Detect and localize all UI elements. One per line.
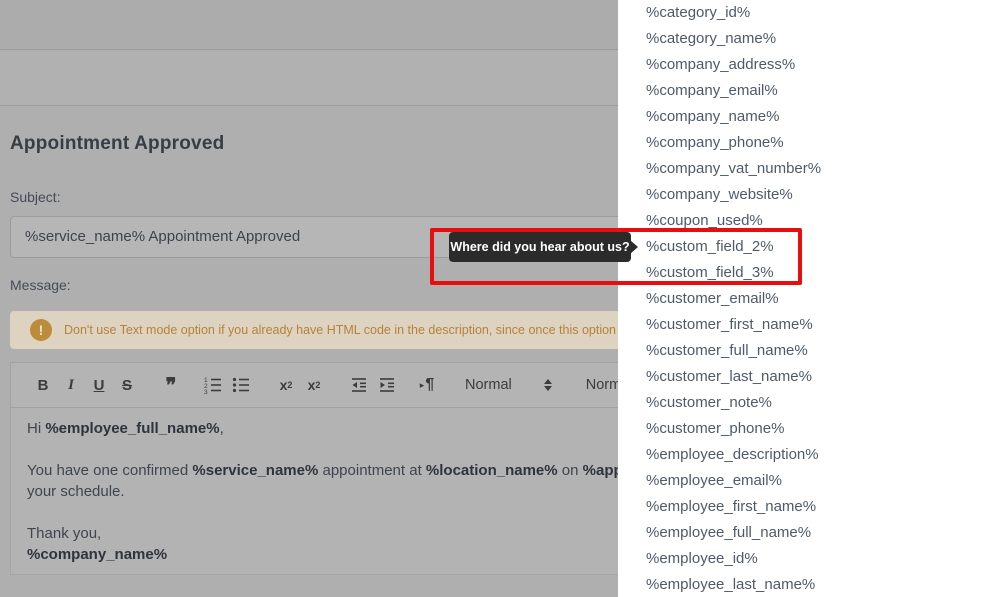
placeholder-item[interactable]: %company_phone%: [618, 130, 992, 156]
picker-updown-icon: [543, 379, 552, 391]
strikethrough-button[interactable]: S: [113, 371, 141, 399]
svg-text:3: 3: [204, 389, 208, 395]
placeholder-item[interactable]: %company_name%: [618, 104, 992, 130]
placeholder-item[interactable]: %company_vat_number%: [618, 156, 992, 182]
tooltip-arrow-icon: [630, 240, 638, 254]
superscript-button[interactable]: x2: [300, 371, 328, 399]
placeholder-item[interactable]: %coupon_used%: [618, 208, 992, 234]
exclamation-circle-icon: !: [30, 319, 52, 341]
message-label: Message:: [10, 277, 71, 293]
placeholder-item[interactable]: %employee_first_name%: [618, 494, 992, 520]
placeholder-item[interactable]: %employee_description%: [618, 442, 992, 468]
email-notification-settings-screen: Appointment Approved Subject: %service_n…: [0, 0, 992, 597]
underline-button[interactable]: U: [85, 371, 113, 399]
placeholder-item[interactable]: %customer_last_name%: [618, 364, 992, 390]
subject-label: Subject:: [10, 189, 61, 205]
page-title: Appointment Approved: [10, 133, 225, 154]
placeholders-panel: %category_id% %category_name% %company_add…: [618, 0, 992, 597]
outdent-button[interactable]: [345, 371, 373, 399]
blockquote-button[interactable]: ❞: [157, 371, 185, 399]
indent-button[interactable]: [373, 371, 401, 399]
placeholder-item[interactable]: %company_address%: [618, 52, 992, 78]
bullet-list-button[interactable]: [227, 371, 255, 399]
placeholder-item[interactable]: %company_email%: [618, 78, 992, 104]
placeholder-item[interactable]: %employee_last_name%: [618, 572, 992, 597]
text-direction-button[interactable]: ▸ ¶: [413, 371, 441, 399]
placeholder-item[interactable]: %company_website%: [618, 182, 992, 208]
warning-text: Don't use Text mode option if you alread…: [64, 323, 677, 337]
placeholder-item[interactable]: %customer_email%: [618, 286, 992, 312]
placeholder-item[interactable]: %customer_first_name%: [618, 312, 992, 338]
custom-field-tooltip: Where did you hear about us?: [449, 232, 638, 262]
subscript-button[interactable]: x2: [272, 371, 300, 399]
italic-button[interactable]: I: [57, 371, 85, 399]
tooltip-text: Where did you hear about us?: [450, 240, 630, 254]
placeholder-item[interactable]: %custom_field_3%: [618, 260, 992, 286]
placeholder-item[interactable]: %customer_full_name%: [618, 338, 992, 364]
placeholder-item[interactable]: %customer_phone%: [618, 416, 992, 442]
placeholder-item[interactable]: %employee_email%: [618, 468, 992, 494]
placeholder-item[interactable]: %category_name%: [618, 26, 992, 52]
format-picker[interactable]: Normal: [465, 377, 552, 393]
placeholder-item[interactable]: %customer_note%: [618, 390, 992, 416]
placeholder-item[interactable]: %category_id%: [618, 0, 992, 26]
placeholder-item[interactable]: %employee_id%: [618, 546, 992, 572]
placeholder-item[interactable]: %employee_full_name%: [618, 520, 992, 546]
ordered-list-button[interactable]: 123: [199, 371, 227, 399]
bold-button[interactable]: B: [29, 371, 57, 399]
placeholder-item[interactable]: %custom_field_2%: [618, 234, 992, 260]
